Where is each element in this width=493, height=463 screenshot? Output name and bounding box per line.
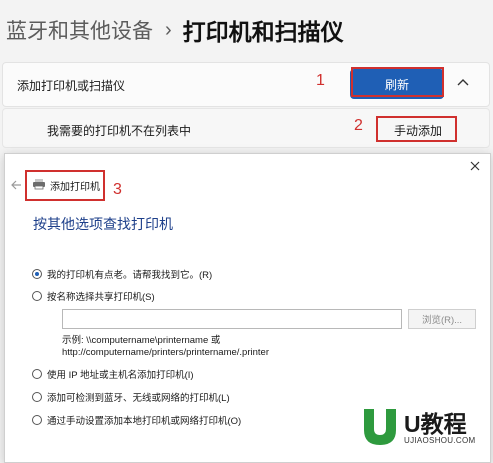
manual-add-button[interactable]: 手动添加 bbox=[378, 118, 458, 142]
browse-button[interactable]: 浏览(R)... bbox=[408, 309, 476, 329]
option-ip-address[interactable]: 使用 IP 地址或主机名添加打印机(I) bbox=[32, 367, 194, 381]
option-label: 使用 IP 地址或主机名添加打印机(I) bbox=[47, 370, 194, 381]
radio-button[interactable] bbox=[32, 392, 42, 402]
watermark-url: UJIAOSHOU.COM bbox=[404, 435, 476, 445]
option-bluetooth-wireless-network[interactable]: 添加可检测到蓝牙、无线或网络的打印机(L) bbox=[32, 390, 230, 404]
option-printer-old[interactable]: 我的打印机有点老。请帮我找到它。(R) bbox=[32, 267, 212, 281]
wizard-title: 添加打印机 bbox=[50, 182, 100, 193]
step-2-marker: 2 bbox=[354, 117, 363, 134]
example-line-2: http://computername/printers/printername… bbox=[62, 347, 269, 358]
breadcrumb-separator: › bbox=[165, 18, 172, 41]
option-manual-local-network[interactable]: 通过手动设置添加本地打印机或网络打印机(O) bbox=[32, 413, 241, 427]
dialog-heading: 按其他选项查找打印机 bbox=[33, 216, 173, 232]
option-label: 我的打印机有点老。请帮我找到它。(R) bbox=[47, 270, 213, 281]
refresh-button[interactable]: 刷新 bbox=[350, 69, 444, 99]
add-printer-card: 添加打印机或扫描仪 刷新 bbox=[2, 62, 490, 107]
radio-button[interactable] bbox=[32, 269, 42, 279]
breadcrumb-parent[interactable]: 蓝牙和其他设备 bbox=[6, 15, 153, 45]
step-3-marker: 3 bbox=[113, 181, 122, 198]
watermark: U教程 UJIAOSHOU.COM bbox=[360, 400, 488, 456]
close-icon[interactable] bbox=[466, 157, 484, 175]
wizard-header: 添加打印机 bbox=[25, 170, 105, 201]
printer-not-listed-card: 我需要的打印机不在列表中 手动添加 bbox=[2, 108, 490, 148]
radio-button[interactable] bbox=[32, 369, 42, 379]
watermark-logo-icon bbox=[360, 403, 400, 454]
watermark-title: U教程 bbox=[404, 410, 467, 437]
chevron-up-icon[interactable] bbox=[454, 71, 472, 95]
option-label: 通过手动设置添加本地打印机或网络打印机(O) bbox=[47, 416, 242, 427]
printer-icon bbox=[32, 177, 46, 195]
example-line-1: 示例: \\computername\printername 或 bbox=[62, 335, 221, 346]
breadcrumb: 蓝牙和其他设备 › 打印机和扫描仪 bbox=[6, 12, 344, 48]
option-shared-by-name[interactable]: 按名称选择共享打印机(S) bbox=[32, 289, 155, 303]
page-title: 打印机和扫描仪 bbox=[182, 19, 344, 45]
option-label: 添加可检测到蓝牙、无线或网络的打印机(L) bbox=[47, 393, 230, 404]
back-arrow-icon[interactable] bbox=[8, 176, 24, 194]
step-1-marker: 1 bbox=[316, 72, 325, 89]
radio-button[interactable] bbox=[32, 415, 42, 425]
radio-button[interactable] bbox=[32, 291, 42, 301]
printer-not-listed-label: 我需要的打印机不在列表中 bbox=[47, 124, 192, 138]
share-name-input[interactable] bbox=[62, 309, 402, 329]
add-printer-label: 添加打印机或扫描仪 bbox=[17, 79, 126, 93]
example-text: 示例: \\computername\printername 或 http://… bbox=[62, 335, 269, 359]
option-label: 按名称选择共享打印机(S) bbox=[47, 292, 155, 303]
